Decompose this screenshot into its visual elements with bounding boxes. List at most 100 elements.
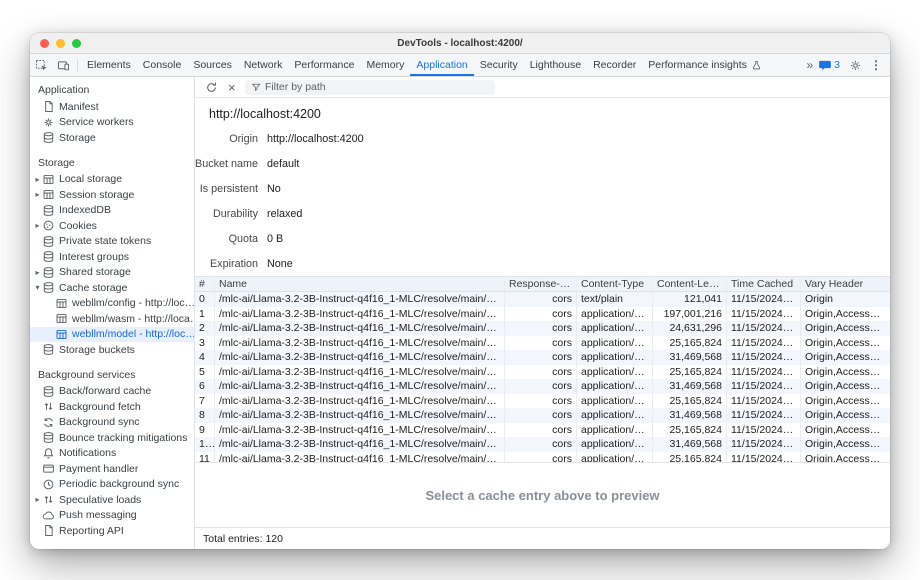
sidebar-item[interactable]: ▸ Shared storage bbox=[30, 265, 194, 281]
expander-arrow-icon[interactable]: ▾ bbox=[33, 283, 42, 292]
cache-entry-row[interactable]: 9 /mlc-ai/Llama-3.2-3B-Instruct-q4f16_1-… bbox=[195, 423, 890, 438]
sidebar-item[interactable]: ▸ Session storage bbox=[30, 187, 194, 203]
column-header-response-type[interactable]: Response-Type bbox=[505, 277, 577, 291]
sidebar-item[interactable]: Service workers bbox=[30, 115, 194, 131]
sidebar-item[interactable]: Back/forward cache bbox=[30, 384, 194, 400]
cache-entry-row[interactable]: 3 /mlc-ai/Llama-3.2-3B-Instruct-q4f16_1-… bbox=[195, 336, 890, 351]
cell-time-cached: 11/15/2024, 10… bbox=[727, 437, 801, 452]
sidebar-item[interactable]: Notifications bbox=[30, 446, 194, 462]
devtools-tab[interactable]: Memory bbox=[360, 54, 410, 76]
sidebar-item[interactable]: Payment handler bbox=[30, 461, 194, 477]
origin-title: http://localhost:4200 bbox=[195, 98, 890, 126]
refresh-button[interactable] bbox=[203, 79, 219, 95]
window-title: DevTools - localhost:4200/ bbox=[30, 38, 890, 49]
devtools-tab[interactable]: Lighthouse bbox=[524, 54, 587, 76]
preview-pane: Select a cache entry above to preview bbox=[195, 462, 890, 527]
sidebar-item-label: Storage buckets bbox=[59, 344, 135, 356]
sidebar-item[interactable]: webllm/config - http://loc… bbox=[30, 296, 194, 312]
column-header-vary-header[interactable]: Vary Header bbox=[801, 277, 890, 291]
sidebar-item[interactable]: Private state tokens bbox=[30, 234, 194, 250]
expander-arrow-icon[interactable]: ▸ bbox=[33, 221, 42, 230]
expander-arrow-icon[interactable]: ▸ bbox=[33, 268, 42, 277]
cell-time-cached: 11/15/2024, 10… bbox=[727, 365, 801, 380]
cache-entry-row[interactable]: 7 /mlc-ai/Llama-3.2-3B-Instruct-q4f16_1-… bbox=[195, 394, 890, 409]
sidebar-item-label: Service workers bbox=[59, 116, 134, 128]
devtools-body: Application Manifest Service workers bbox=[30, 77, 890, 549]
cache-entry-row[interactable]: 11 /mlc-ai/Llama-3.2-3B-Instruct-q4f16_1… bbox=[195, 452, 890, 463]
cache-entry-row[interactable]: 1 /mlc-ai/Llama-3.2-3B-Instruct-q4f16_1-… bbox=[195, 307, 890, 322]
sidebar-item-label: Session storage bbox=[59, 189, 134, 201]
expander-arrow-icon[interactable]: ▸ bbox=[33, 495, 42, 504]
filter-input[interactable] bbox=[265, 81, 489, 93]
sidebar-item[interactable]: IndexedDB bbox=[30, 203, 194, 219]
metadata-label: Durability bbox=[195, 208, 258, 220]
devtools-tab[interactable]: Network bbox=[238, 54, 289, 76]
expander-arrow-icon[interactable]: ▸ bbox=[33, 190, 42, 199]
sidebar-item-icon bbox=[55, 328, 68, 341]
cache-entry-row[interactable]: 2 /mlc-ai/Llama-3.2-3B-Instruct-q4f16_1-… bbox=[195, 321, 890, 336]
sidebar-item[interactable]: ▸ Cookies bbox=[30, 218, 194, 234]
sidebar-section: Background services Back/forward cache B… bbox=[30, 366, 194, 539]
sidebar-section: Application Manifest Service workers bbox=[30, 81, 194, 146]
sidebar-item[interactable]: Storage bbox=[30, 130, 194, 146]
devtools-tab[interactable]: Console bbox=[137, 54, 188, 76]
cell-response-type: cors bbox=[505, 307, 577, 322]
cache-entry-row[interactable]: 8 /mlc-ai/Llama-3.2-3B-Instruct-q4f16_1-… bbox=[195, 408, 890, 423]
devtools-tab[interactable]: Elements bbox=[81, 54, 137, 76]
metadata-label: Expiration bbox=[195, 258, 258, 270]
sidebar-item-label: Cache storage bbox=[59, 282, 127, 294]
cell-response-type: cors bbox=[505, 423, 577, 438]
cache-entry-row[interactable]: 0 /mlc-ai/Llama-3.2-3B-Instruct-q4f16_1-… bbox=[195, 292, 890, 307]
metadata-value: 0 B bbox=[267, 233, 283, 245]
cell-content-length: 24,631,296 bbox=[653, 321, 727, 336]
more-tabs-button[interactable]: » bbox=[806, 58, 812, 72]
sidebar-item-label: Payment handler bbox=[59, 463, 138, 475]
inspect-element-icon[interactable] bbox=[30, 54, 52, 76]
main-menu-button[interactable]: ⋮ bbox=[870, 58, 882, 72]
sidebar-item[interactable]: Reporting API bbox=[30, 523, 194, 539]
cell-vary-header: Origin,Access… bbox=[801, 452, 890, 463]
sidebar-item[interactable]: Background fetch bbox=[30, 399, 194, 415]
clear-button[interactable]: × bbox=[228, 81, 236, 94]
cell-index: 9 bbox=[195, 423, 215, 438]
sidebar-item[interactable]: Interest groups bbox=[30, 249, 194, 265]
application-sidebar: Application Manifest Service workers bbox=[30, 77, 195, 549]
sidebar-item[interactable]: Background sync bbox=[30, 415, 194, 431]
cell-time-cached: 11/15/2024, 10… bbox=[727, 423, 801, 438]
devtools-tab[interactable]: Sources bbox=[187, 54, 238, 76]
column-header-index[interactable]: # bbox=[195, 277, 215, 291]
sidebar-item[interactable]: Manifest bbox=[30, 99, 194, 115]
column-header-content-type[interactable]: Content-Type bbox=[577, 277, 653, 291]
sidebar-item[interactable]: Periodic background sync bbox=[30, 477, 194, 493]
column-header-content-length[interactable]: Content-Length bbox=[653, 277, 727, 291]
cache-entry-row[interactable]: 5 /mlc-ai/Llama-3.2-3B-Instruct-q4f16_1-… bbox=[195, 365, 890, 380]
sidebar-item[interactable]: webllm/model - http://loc… bbox=[30, 327, 194, 343]
cell-response-type: cors bbox=[505, 321, 577, 336]
sidebar-item[interactable]: Bounce tracking mitigations bbox=[30, 430, 194, 446]
column-header-name[interactable]: Name bbox=[215, 277, 505, 291]
filter-box bbox=[245, 80, 495, 95]
sidebar-item[interactable]: ▸ Local storage bbox=[30, 172, 194, 188]
sidebar-item[interactable]: ▾ Cache storage bbox=[30, 280, 194, 296]
column-header-time-cached[interactable]: Time Cached bbox=[727, 277, 801, 291]
cache-entry-row[interactable]: 4 /mlc-ai/Llama-3.2-3B-Instruct-q4f16_1-… bbox=[195, 350, 890, 365]
device-toolbar-icon[interactable] bbox=[52, 54, 74, 76]
cache-entry-row[interactable]: 10 /mlc-ai/Llama-3.2-3B-Instruct-q4f16_1… bbox=[195, 437, 890, 452]
sidebar-item[interactable]: webllm/wasm - http://loca… bbox=[30, 311, 194, 327]
expander-arrow-icon[interactable]: ▸ bbox=[33, 175, 42, 184]
metadata-label: Origin bbox=[195, 133, 258, 145]
sidebar-item[interactable]: Storage buckets bbox=[30, 342, 194, 358]
devtools-tab[interactable]: Application bbox=[410, 54, 473, 76]
sidebar-item[interactable]: ▸ Speculative loads bbox=[30, 492, 194, 508]
console-drawer-badge[interactable]: 3 bbox=[819, 59, 840, 71]
settings-button[interactable] bbox=[847, 59, 863, 72]
devtools-tab[interactable]: Performance bbox=[288, 54, 360, 76]
cell-response-type: cors bbox=[505, 350, 577, 365]
devtools-tab[interactable]: Performance insights bbox=[642, 54, 768, 76]
sidebar-item[interactable]: Push messaging bbox=[30, 508, 194, 524]
sidebar-item-icon bbox=[42, 385, 55, 398]
sidebar-item-label: Background sync bbox=[59, 416, 140, 428]
devtools-tab[interactable]: Recorder bbox=[587, 54, 642, 76]
cache-entry-row[interactable]: 6 /mlc-ai/Llama-3.2-3B-Instruct-q4f16_1-… bbox=[195, 379, 890, 394]
devtools-tab[interactable]: Security bbox=[474, 54, 524, 76]
